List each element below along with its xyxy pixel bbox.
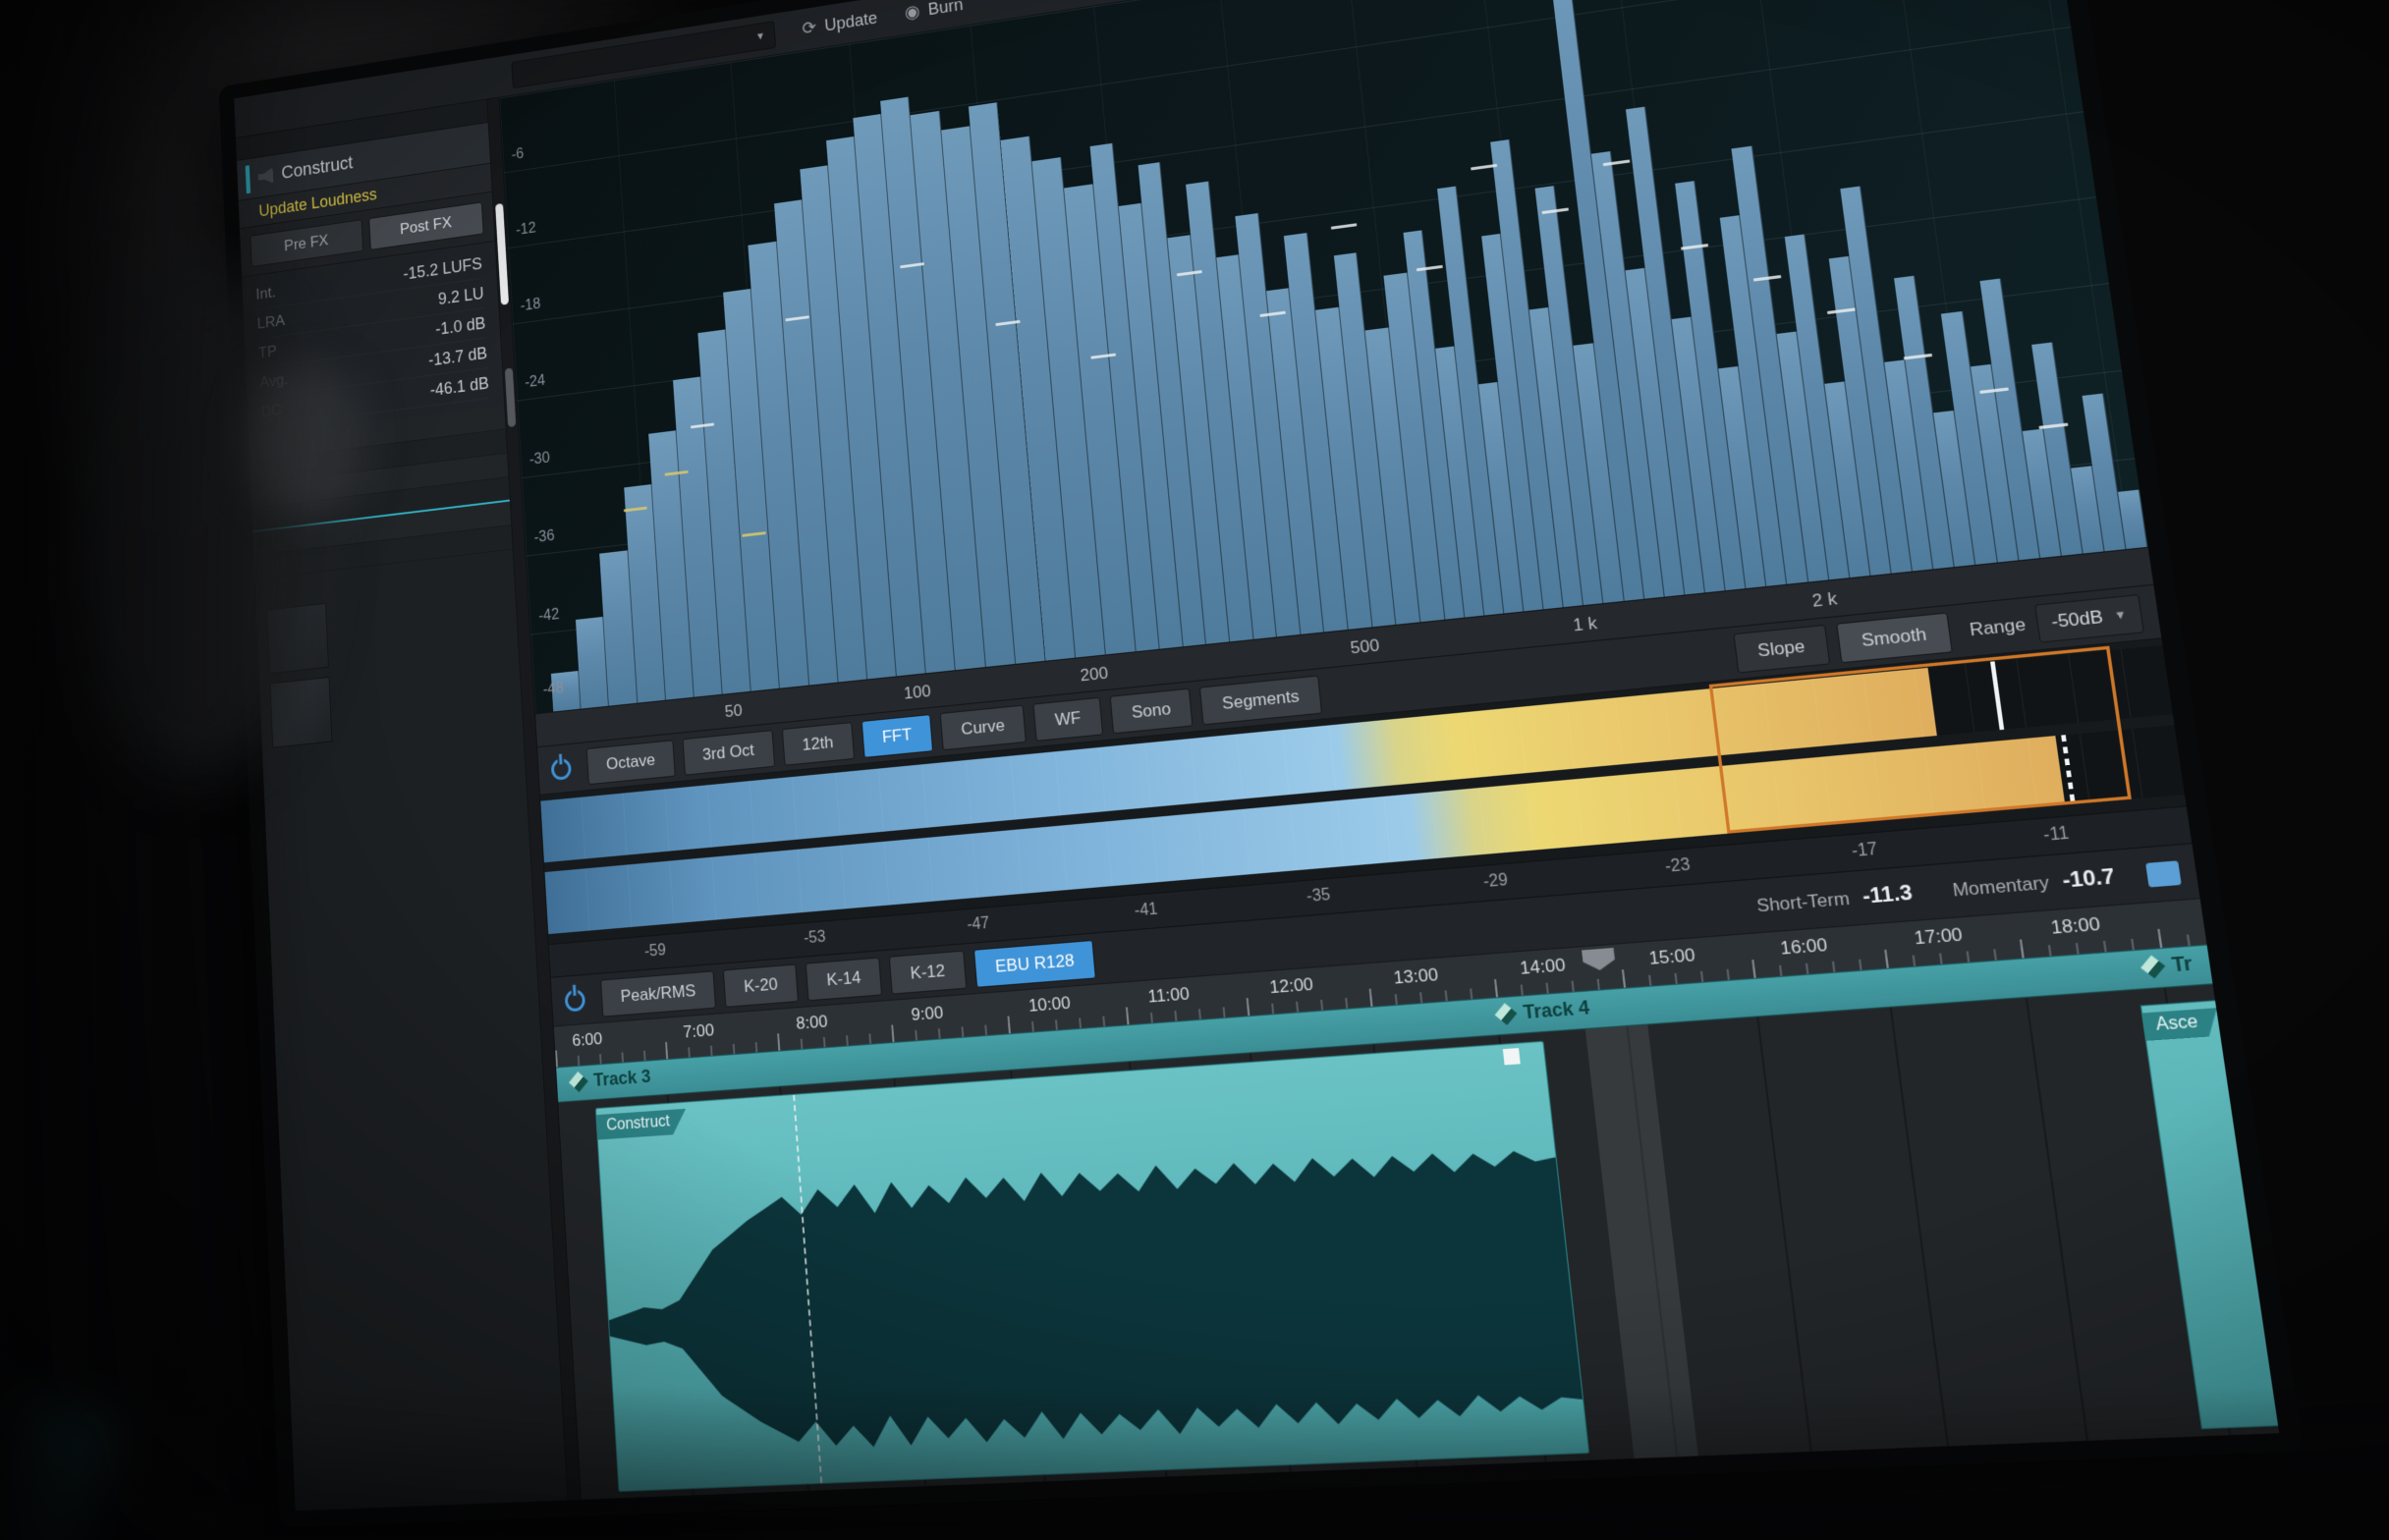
photo-backdrop: ▼ ⟳ Update ◉ Burn [0, 0, 2389, 1540]
vignette-overlay [0, 0, 2389, 1540]
